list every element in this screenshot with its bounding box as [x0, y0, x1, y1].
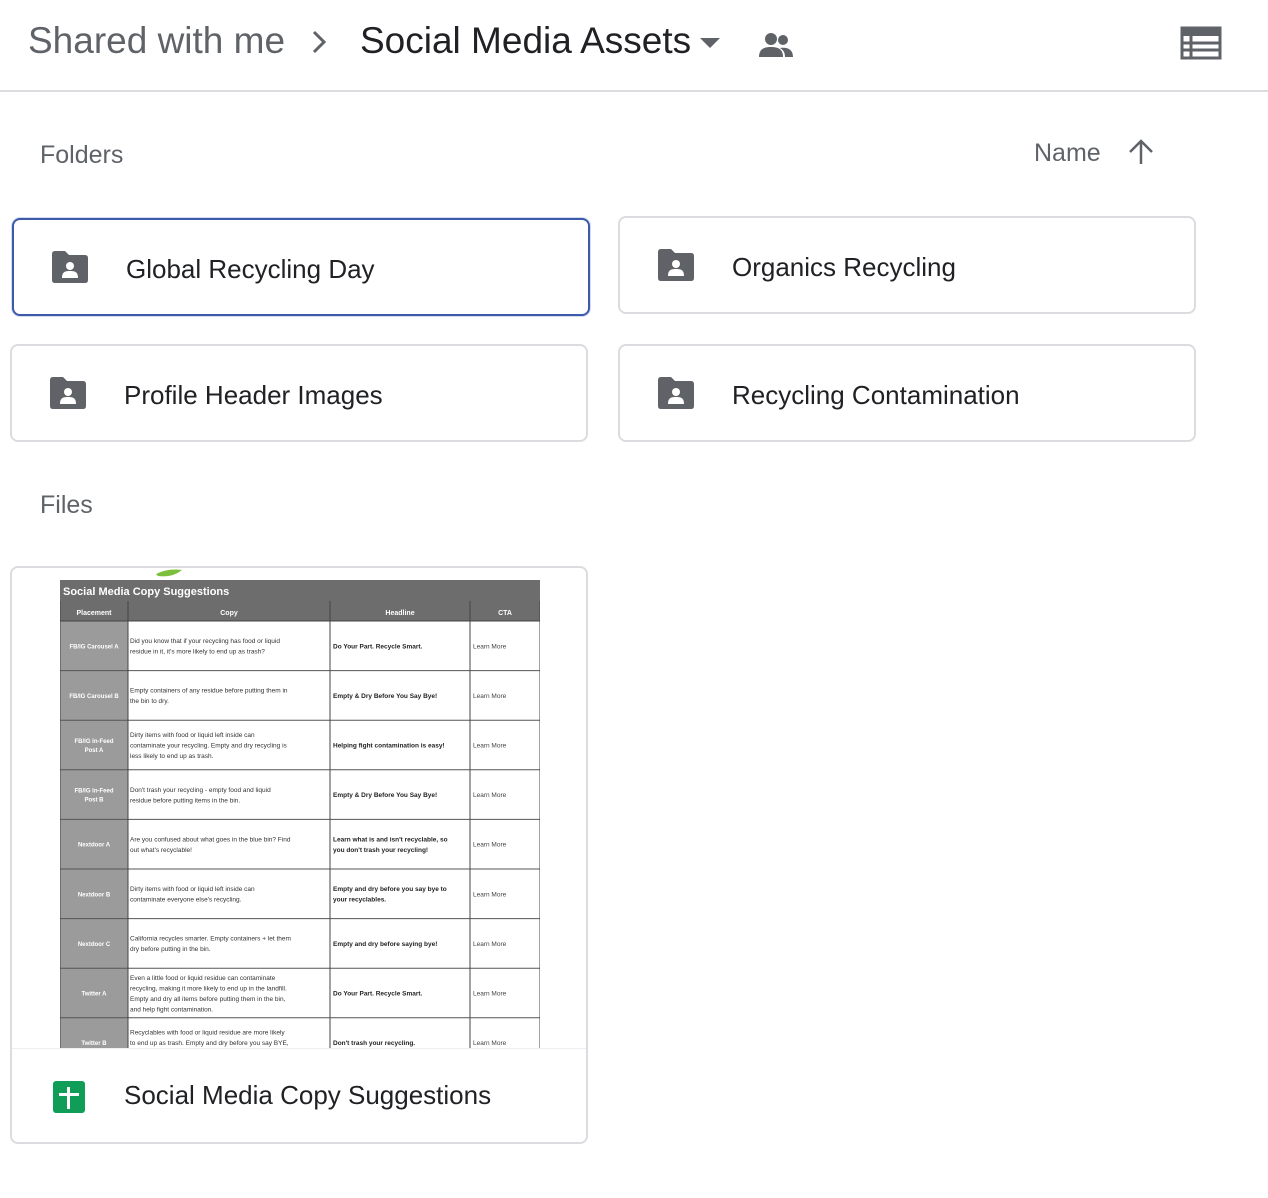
divider — [12, 1048, 586, 1049]
sheet-cell-placement: Twitter B — [81, 1041, 107, 1047]
sheet-cell-headline: Do Your Part. Recycle Smart. — [333, 643, 423, 650]
sheet-title: Social Media Copy Suggestions — [63, 586, 229, 598]
folder-card-recycling-contamination[interactable]: Recycling Contamination — [618, 344, 1196, 442]
sheet-cell-copy: dry before putting in the bin. — [130, 946, 211, 953]
folder-name: Organics Recycling — [732, 252, 956, 282]
sheet-cell-headline: Empty and dry before you say bye to — [333, 886, 447, 893]
sheet-cell-copy: the bin to dry. — [130, 698, 169, 705]
sheet-cell-placement: Nextdoor A — [78, 843, 111, 849]
sheet-cell-cta: Learn More — [473, 842, 507, 849]
shared-folder-icon — [656, 248, 696, 287]
sheet-cell-placement: Post B — [84, 798, 104, 804]
sheet-cell-placement: Post A — [85, 748, 104, 754]
sheet-cell-cta: Learn More — [473, 941, 507, 948]
sheet-cell-headline: Helping fight contamination is easy! — [333, 743, 445, 750]
list-view-icon[interactable] — [1180, 26, 1222, 65]
sheet-cell-cta: Learn More — [473, 792, 507, 799]
sheet-cell-copy: Recyclables with food or liquid residue … — [130, 1030, 285, 1037]
sheet-cell-copy: Empty containers of any residue before p… — [130, 688, 288, 695]
sheet-cell-cta: Learn More — [473, 991, 507, 998]
sheet-cell-cta: Learn More — [473, 891, 507, 898]
folders-section-label: Folders — [40, 141, 124, 169]
sheet-cell-headline: Don't trash your recycling. — [333, 1040, 415, 1047]
sheet-first-column — [60, 621, 128, 1048]
sheet-cell-headline: Empty and dry before saying bye! — [333, 941, 437, 948]
sheet-cell-copy: Even a little food or liquid residue can… — [130, 975, 276, 982]
sheet-cell-copy: out what's recyclable! — [130, 847, 192, 854]
folder-name: Global Recycling Day — [126, 254, 375, 284]
sort-by-name-button[interactable]: Name — [1034, 139, 1101, 168]
sheet-cell-copy: Dirty items with food or liquid left ins… — [130, 732, 255, 739]
caret-down-icon[interactable] — [698, 36, 722, 55]
sheet-cell-headline: Do Your Part. Recycle Smart. — [333, 991, 423, 998]
chevron-right-icon — [306, 26, 334, 63]
folder-card-profile-header-images[interactable]: Profile Header Images — [10, 344, 588, 442]
sheet-cell-copy: contaminate everyone else's recycling. — [130, 897, 242, 904]
google-sheets-icon — [52, 1080, 86, 1119]
logo-leaf-shape — [156, 569, 182, 577]
breadcrumb-shared-with-me[interactable]: Shared with me — [28, 20, 285, 62]
sheet-cell-placement: Nextdoor C — [78, 942, 111, 948]
sheet-cell-headline: Empty & Dry Before You Say Bye! — [333, 792, 437, 799]
sheet-cell-cta: Learn More — [473, 693, 507, 700]
sheet-cell-copy: Empty and dry all items before putting t… — [130, 996, 286, 1003]
people-icon[interactable] — [758, 30, 794, 65]
folder-card-organics-recycling[interactable]: Organics Recycling — [618, 216, 1196, 314]
folder-card-global-recycling-day[interactable]: Global Recycling Day — [12, 218, 590, 316]
sheet-cell-cta: Learn More — [473, 643, 507, 650]
shared-folder-icon — [50, 250, 90, 289]
top-bar: Shared with me Social Media Assets — [0, 0, 1268, 92]
folder-name: Profile Header Images — [124, 380, 383, 410]
spreadsheet-preview: Social Media Copy Suggestions Placement Co… — [60, 569, 540, 1048]
sheet-cell-cta: Learn More — [473, 743, 507, 750]
sheet-cell-copy: residue in it, it's more likely to end u… — [130, 649, 265, 656]
sheet-cell-copy: residue before putting items in the bin. — [130, 797, 240, 804]
sheet-cell-placement: Twitter A — [82, 992, 108, 998]
sheet-header-cell: Placement — [76, 610, 112, 617]
sheet-cell-copy: recycling, making it more likely to end … — [130, 985, 287, 992]
sheet-cell-headline: Learn what is and isn't recyclable, so — [333, 836, 448, 843]
file-name: Social Media Copy Suggestions — [124, 1080, 492, 1110]
sheet-header-cell: Copy — [220, 610, 238, 617]
sheet-cell-placement: FB/IG Carousel A — [69, 644, 119, 650]
sheet-cell-copy: Dirty items with food or liquid left ins… — [130, 886, 255, 893]
sheet-header-row — [60, 601, 540, 621]
sheet-cell-headline: Empty & Dry Before You Say Bye! — [333, 693, 437, 700]
folder-name: Recycling Contamination — [732, 380, 1020, 410]
shared-folder-icon — [656, 376, 696, 415]
sheet-cell-copy: to end up as trash. Empty and dry before… — [130, 1040, 289, 1047]
file-thumbnail: Social Media Copy Suggestions Placement Co… — [60, 568, 540, 1048]
sheet-cell-placement: FB/IG In-Feed — [75, 739, 114, 745]
breadcrumb-current-folder[interactable]: Social Media Assets — [360, 20, 691, 62]
sheet-cell-headline: your recyclables. — [333, 897, 386, 904]
sheet-cell-placement: FB/IG Carousel B — [69, 694, 119, 700]
arrow-up-icon[interactable] — [1126, 138, 1156, 171]
sheet-cell-cta: Learn More — [473, 1040, 507, 1047]
sheet-cell-headline: you don't trash your recycling! — [333, 847, 428, 854]
sheet-cell-copy: Don't trash your recycling - empty food … — [130, 787, 271, 794]
sheet-cell-copy: California recycles smarter. Empty conta… — [130, 936, 291, 943]
sheet-header-cell: Headline — [385, 610, 414, 617]
sheet-cell-placement: FB/IG In-Feed — [75, 789, 114, 795]
sheet-cell-copy: contaminate your recycling. Empty and dr… — [130, 743, 288, 750]
sheet-cell-copy: less likely to end up as trash. — [130, 753, 214, 760]
sheet-header-cell: CTA — [498, 610, 512, 617]
sheet-cell-placement: Nextdoor B — [78, 892, 111, 898]
shared-folder-icon — [48, 376, 88, 415]
file-card-social-media-copy-suggestions[interactable]: Social Media Copy Suggestions Placement Co… — [10, 566, 588, 1144]
sheet-cell-copy: and help fight contamination. — [130, 1006, 213, 1013]
files-section-label: Files — [40, 491, 93, 519]
sheet-cell-copy: Did you know that if your recycling has … — [130, 638, 280, 645]
sheet-cell-copy: Are you confused about what goes in the … — [130, 836, 291, 843]
